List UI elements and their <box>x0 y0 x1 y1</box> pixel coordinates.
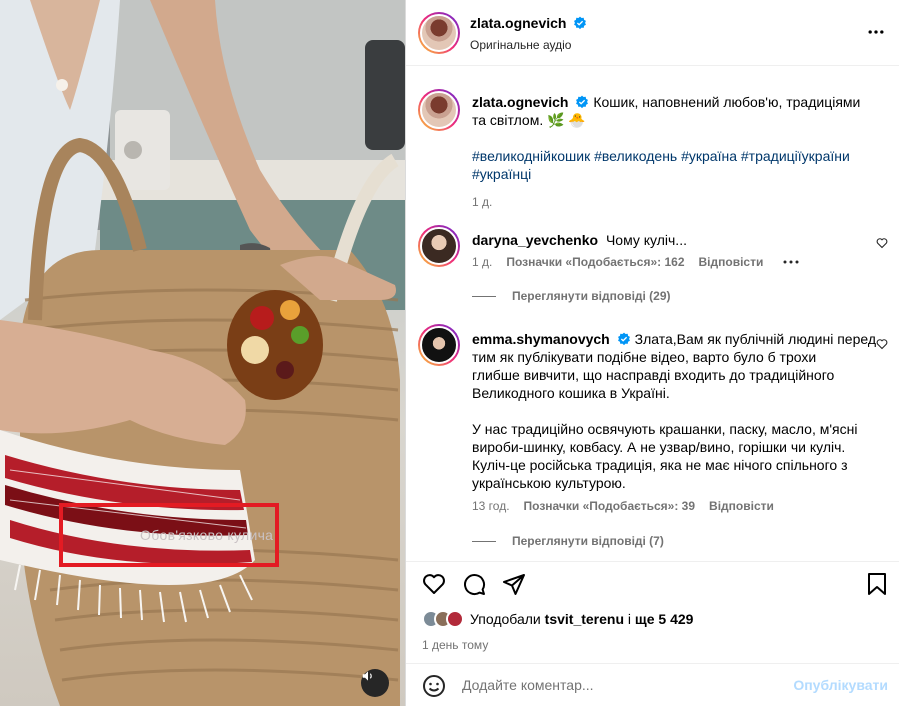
commenter-username[interactable]: emma.shymanovych <box>472 331 610 347</box>
share-icon[interactable] <box>502 572 526 596</box>
post-side-panel: zlata.ognevich Оригінальне аудіо zlata.o… <box>405 0 899 706</box>
post-header: zlata.ognevich Оригінальне аудіо <box>406 0 899 66</box>
audio-label[interactable]: Оригінальне аудіо <box>470 38 571 52</box>
comment-text-line: Злата,Вам як публічній людині перед <box>634 331 877 347</box>
comment-text-line: українською культурою. <box>472 475 626 491</box>
comment-age[interactable]: 13 год. <box>472 499 510 513</box>
comment-item: emma.shymanovych Злата,Вам як публічній … <box>418 324 888 561</box>
author-username[interactable]: zlata.ognevich <box>470 15 566 31</box>
comment-text-line: Великодного кошика в Україні. <box>472 385 670 401</box>
view-replies-button[interactable]: Переглянути відповіді (7) <box>472 534 664 548</box>
caption-age[interactable]: 1 д. <box>472 193 877 211</box>
comments-list[interactable]: zlata.ognevich Кошик, наповнений любов'ю… <box>406 67 899 561</box>
reply-button[interactable]: Відповісти <box>709 499 774 513</box>
liker-avatar <box>446 610 464 628</box>
mute-icon <box>362 671 372 681</box>
comment-like-heart-icon[interactable] <box>876 237 888 249</box>
author-avatar[interactable] <box>418 12 460 54</box>
highlight-annotation-box <box>59 503 279 567</box>
video-frame <box>0 0 405 706</box>
comment-text-line: Куліч-це російська традиція, яка не має … <box>472 457 848 473</box>
caption-hashtags[interactable]: #українці <box>472 165 877 183</box>
commenter-avatar[interactable] <box>418 324 460 366</box>
reply-button[interactable]: Відповісти <box>699 255 764 269</box>
likes-connector: і <box>627 611 632 627</box>
likers-avatars <box>422 610 464 628</box>
comment-item: daryna_yevchenko Чому куліч... 1 д. Позн… <box>418 225 888 315</box>
liker-username[interactable]: tsvit_terenu <box>545 611 624 627</box>
post-date[interactable]: 1 день тому <box>422 638 488 652</box>
view-replies-label: Переглянути відповіді (29) <box>512 289 671 303</box>
publish-button[interactable]: Опублікувати <box>793 677 888 693</box>
comment-more-icon[interactable] <box>783 259 799 265</box>
comment-text-line: У нас традиційно освячують крашанки, пас… <box>472 421 858 437</box>
caption-hashtags[interactable]: #великоднійкошик #великодень #україна #т… <box>472 147 877 165</box>
caption-username[interactable]: zlata.ognevich <box>472 94 568 110</box>
comment-icon[interactable] <box>462 572 486 596</box>
likes-prefix: Уподобали <box>470 611 541 627</box>
replies-divider-line <box>472 295 496 297</box>
post-actions: Уподобали tsvit_terenu і ще 5 429 1 день… <box>406 561 899 663</box>
comment-text: Чому куліч... <box>605 232 687 248</box>
save-icon[interactable] <box>866 572 888 596</box>
likes-count[interactable]: ще 5 429 <box>635 611 694 627</box>
verified-badge-icon <box>574 16 587 30</box>
view-replies-button[interactable]: Переглянути відповіді (29) <box>472 289 671 303</box>
post-media[interactable]: Обов'язково кулича <box>0 0 405 706</box>
mute-button[interactable] <box>361 669 389 697</box>
comment-composer: Опублікувати <box>406 663 899 706</box>
verified-badge-icon <box>576 95 589 109</box>
comment-text-line: глибше вивчити, що насправді входить до … <box>472 367 835 383</box>
likes-summary[interactable]: Уподобали tsvit_terenu і ще 5 429 <box>422 610 693 628</box>
caption-author-avatar[interactable] <box>418 89 460 131</box>
comment-likes-count[interactable]: Позначки «Подобається»: 39 <box>524 499 695 513</box>
comment-age[interactable]: 1 д. <box>472 255 492 269</box>
verified-badge-icon <box>617 332 630 346</box>
commenter-username[interactable]: daryna_yevchenko <box>472 232 598 248</box>
view-replies-label: Переглянути відповіді (7) <box>512 534 664 548</box>
comment-like-heart-icon[interactable] <box>876 338 888 350</box>
emoji-icon[interactable] <box>422 674 446 698</box>
commenter-avatar[interactable] <box>418 225 460 267</box>
replies-divider-line <box>472 540 496 542</box>
comment-text-line: тим як публікувати подібне відео, варто … <box>472 349 817 365</box>
heart-icon[interactable] <box>422 572 446 596</box>
comment-text-line: вироби-шинку, ковбасу. А не узвар/вино, … <box>472 439 846 455</box>
comment-likes-count[interactable]: Позначки «Подобається»: 162 <box>506 255 684 269</box>
more-options-icon[interactable] <box>866 22 886 42</box>
comment-input[interactable] <box>462 674 792 696</box>
post-caption: zlata.ognevich Кошик, наповнений любов'ю… <box>418 89 888 214</box>
comment-text: emma.shymanovych Злата,Вам як публічній … <box>472 330 877 492</box>
